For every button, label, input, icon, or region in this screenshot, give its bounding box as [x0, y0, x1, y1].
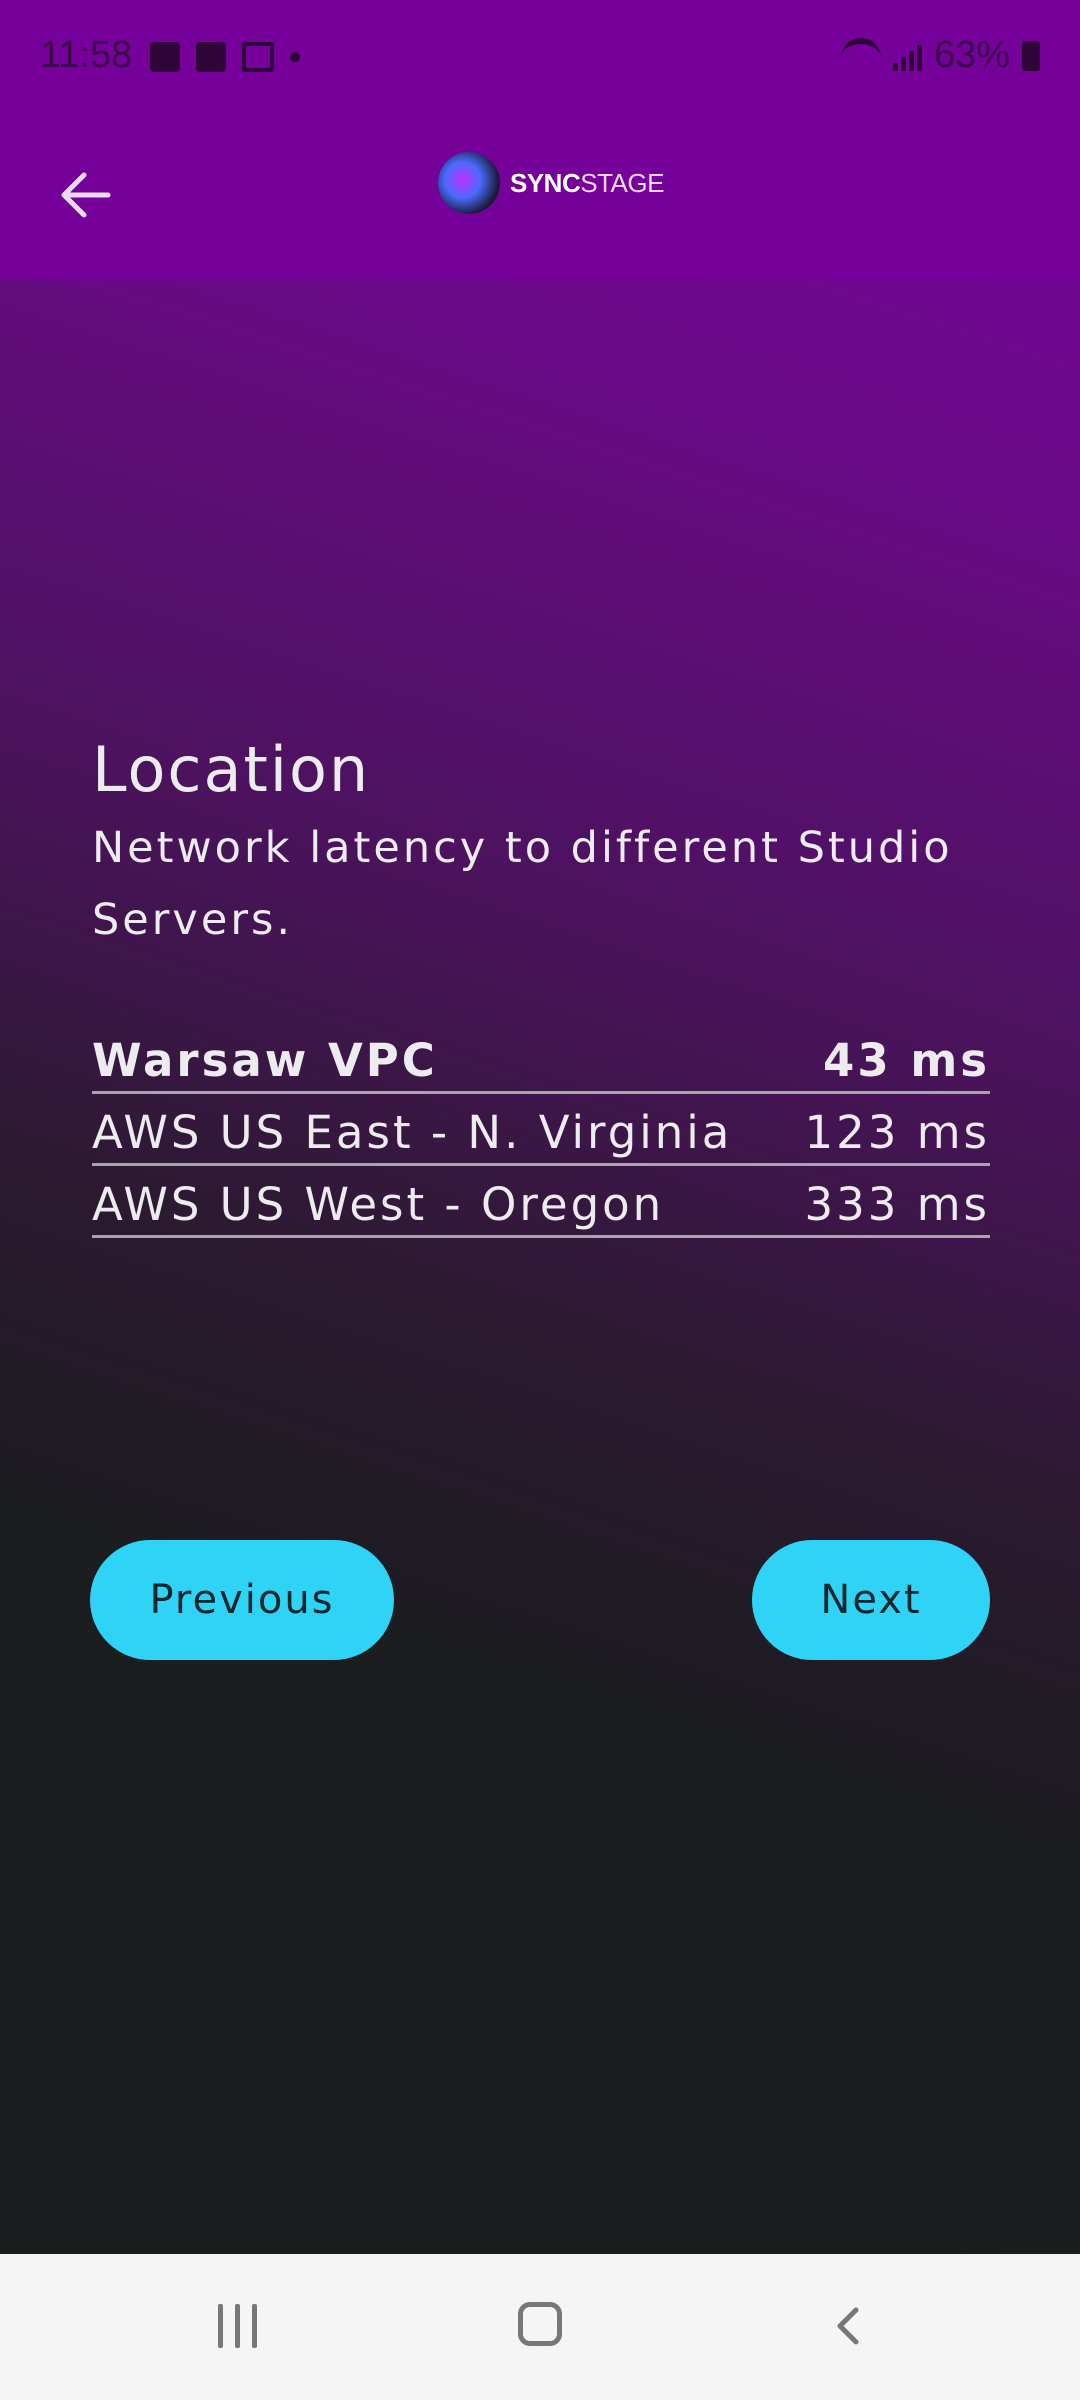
logo-mark-icon	[438, 152, 500, 214]
server-latency: 43 ms	[823, 1034, 990, 1087]
server-row-us-east[interactable]: AWS US East - N. Virginia 123 ms	[92, 1100, 990, 1166]
server-name: AWS US East - N. Virginia	[92, 1106, 733, 1159]
media-icon	[196, 42, 226, 72]
server-row-us-west[interactable]: AWS US West - Oregon 333 ms	[92, 1172, 990, 1238]
previous-button[interactable]: Previous	[90, 1540, 394, 1660]
status-indicators: 63%	[840, 34, 1040, 77]
chevron-left-icon[interactable]	[832, 2306, 862, 2346]
status-bar: 11:58 63%	[0, 0, 1080, 120]
status-time: 11:58	[40, 34, 133, 76]
signal-icon	[892, 41, 922, 71]
server-name: AWS US West - Oregon	[92, 1178, 665, 1231]
syncstage-logo: SYNCSTAGE	[438, 152, 664, 214]
server-name: Warsaw VPC	[92, 1034, 438, 1087]
arrow-left-icon	[61, 172, 111, 218]
more-notifications-icon	[290, 52, 300, 62]
server-latency: 333 ms	[804, 1178, 990, 1231]
system-nav-bar	[0, 2254, 1080, 2400]
recents-icon[interactable]	[218, 2304, 257, 2348]
location-section: Location Network latency to different St…	[92, 730, 990, 1238]
server-latency: 123 ms	[804, 1106, 990, 1159]
gallery-icon	[150, 42, 180, 72]
battery-icon	[1022, 40, 1040, 71]
next-button[interactable]: Next	[752, 1540, 990, 1660]
back-button[interactable]	[50, 160, 120, 230]
server-list: Warsaw VPC 43 ms AWS US East - N. Virgin…	[92, 1028, 990, 1238]
battery-percent: 63%	[933, 34, 1010, 76]
home-icon[interactable]	[518, 2302, 562, 2346]
page-title: Location	[92, 733, 371, 806]
wifi-icon	[840, 37, 881, 74]
logo-text: SYNCSTAGE	[510, 167, 664, 198]
gmail-icon	[242, 42, 274, 72]
app-bar: SYNCSTAGE	[0, 120, 1080, 280]
page-subtitle: Network latency to different Studio Serv…	[92, 823, 953, 945]
screen: 11:58 63% SYNCSTAGE Location Network lat…	[0, 0, 1080, 2400]
notification-icons	[150, 42, 300, 72]
server-row-warsaw[interactable]: Warsaw VPC 43 ms	[92, 1028, 990, 1094]
